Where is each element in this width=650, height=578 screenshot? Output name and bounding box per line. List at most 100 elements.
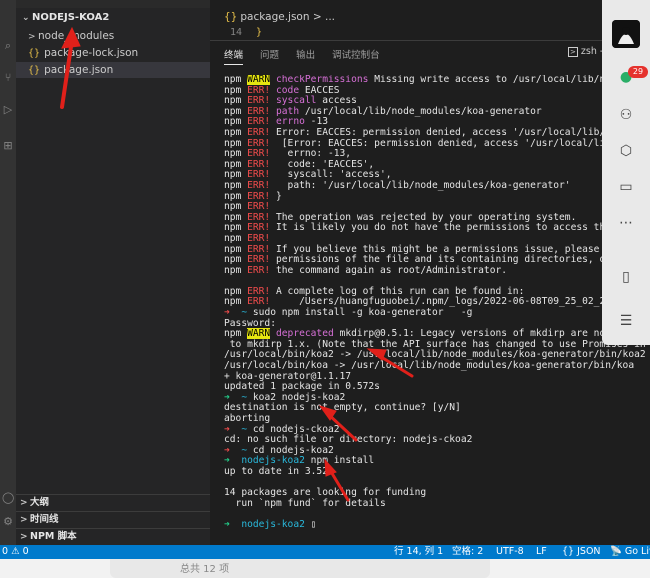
- sidebar-header-strip: [16, 0, 210, 8]
- timeline-section[interactable]: > 时间线: [16, 511, 210, 527]
- terminal-text: npm: [224, 264, 248, 276]
- problems-count[interactable]: 0 ⚠ 0: [2, 545, 29, 559]
- phone-icon[interactable]: ▯: [615, 268, 637, 286]
- terminal-text: /usr/local/bin/koa -> /usr/local/lib/nod…: [224, 360, 635, 372]
- terminal-text: errno: -13,: [270, 148, 352, 160]
- terminal-text: + koa-generator@1.1.17: [224, 370, 352, 382]
- account-icon[interactable]: ◯: [2, 492, 14, 504]
- terminal-text: deprecated: [276, 328, 334, 340]
- explorer-sidebar: ⌄ NODEJS-KOA2 > node_modules {} package-loc…: [16, 0, 210, 545]
- terminal-text: path: '/usr/local/lib/node_modules/koa-g…: [270, 179, 571, 191]
- run-debug-icon[interactable]: ▷: [2, 104, 14, 116]
- terminal-text: npm install: [304, 455, 375, 467]
- breadcrumb[interactable]: {} package.json > ...: [224, 11, 335, 23]
- tab-output[interactable]: 输出: [296, 50, 315, 61]
- terminal-text: ERR!: [247, 179, 271, 191]
- terminal-text: -13: [304, 116, 328, 128]
- menu-icon[interactable]: ☰: [615, 312, 637, 330]
- terminal-text: npm: [224, 148, 248, 160]
- terminal-text: WARN: [247, 328, 271, 340]
- terminal-line: npm ERR! }: [224, 190, 650, 203]
- terminal-text: npm: [224, 116, 248, 128]
- go-live-button[interactable]: 📡 Go Live: [610, 545, 650, 559]
- terminal-text: updated 1 package in 0.572s: [224, 381, 380, 393]
- status-bar: 0 ⚠ 0 行 14, 列 1 空格: 2 UTF-8 LF {} JSON 📡…: [0, 545, 650, 559]
- terminal-text: run `npm fund` for details: [224, 497, 386, 509]
- cursor-position[interactable]: 行 14, 列 1: [394, 545, 443, 559]
- line-ending[interactable]: LF: [536, 545, 547, 559]
- terminal-text: It is likely you do not have the permiss…: [270, 222, 623, 234]
- terminal-text: ERR!: [247, 201, 271, 213]
- explorer-item-package-lock[interactable]: {} package-lock.json: [28, 45, 138, 61]
- terminal-text: npm: [224, 75, 248, 85]
- code-line[interactable]: 14}: [230, 27, 262, 38]
- terminal-text: aborting: [224, 413, 271, 424]
- tab-problems[interactable]: 问题: [260, 50, 279, 61]
- terminal-text: npm: [224, 169, 248, 181]
- avatar[interactable]: [612, 20, 640, 48]
- language-mode[interactable]: {} JSON: [562, 545, 601, 559]
- chevron-right-icon: >: [28, 32, 36, 42]
- terminal-text: ERR!: [247, 296, 271, 308]
- encoding[interactable]: UTF-8: [496, 545, 524, 559]
- source-control-icon[interactable]: ⑂: [2, 72, 14, 84]
- contacts-icon[interactable]: ⚇: [615, 106, 637, 124]
- folder-icon[interactable]: ▭: [615, 178, 637, 196]
- extensions-icon[interactable]: ⊞: [2, 140, 14, 152]
- terminal-text: EACCES: [299, 84, 340, 96]
- terminal-text: cd: no such file or directory: nodejs-ck…: [224, 434, 473, 446]
- background-card: [110, 559, 490, 578]
- explorer-item-package-json[interactable]: {} package.json: [16, 62, 210, 78]
- terminal-text: ERR!: [247, 169, 271, 181]
- terminal-text: destination is not empty, continue? [y/N…: [224, 402, 461, 414]
- terminal-text: koa2 nodejs-koa2: [247, 391, 346, 403]
- terminal-line: run `npm fund` for details: [224, 497, 650, 510]
- terminal-text: syscall: 'access',: [270, 169, 392, 181]
- json-file-icon: {}: [28, 48, 41, 59]
- terminal-text: errno: [276, 116, 305, 128]
- tab-debug-console[interactable]: 调试控制台: [332, 50, 380, 61]
- terminal-line: ➜ nodejs-koa2 ▯: [224, 519, 650, 531]
- editor-area: {} package.json > ... 14}: [210, 0, 602, 38]
- terminal-text: ERR!: [247, 105, 271, 117]
- explorer-item-node-modules[interactable]: > node_modules: [28, 28, 114, 44]
- chevron-right-icon: >: [20, 532, 28, 542]
- terminal-text: npm: [224, 84, 248, 96]
- terminal-text: ERR!: [247, 84, 271, 96]
- terminal-text: ERR!: [247, 137, 271, 149]
- terminal-text: ERR!: [247, 285, 271, 297]
- terminal-output[interactable]: npm WARN checkPermissions Missing write …: [224, 75, 650, 545]
- terminal-text: ERR!: [247, 126, 271, 138]
- terminal-text: Missing write access to /usr/local/lib/n…: [368, 75, 629, 85]
- terminal-text: ERR!: [247, 116, 271, 128]
- terminal-text: permissions of the file and its containi…: [270, 254, 623, 266]
- terminal-text: checkPermissions: [276, 75, 369, 85]
- terminal-icon: >: [568, 47, 578, 57]
- terminal-text: to mkdirp 1.x. (Note that the API surfac…: [224, 338, 650, 350]
- json-file-icon: {}: [224, 11, 238, 23]
- outline-section[interactable]: > 大纲: [16, 494, 210, 510]
- npm-scripts-section[interactable]: > NPM 脚本: [16, 528, 210, 544]
- tab-terminal[interactable]: 终端: [224, 50, 244, 65]
- panel-tabs: 终端 问题 输出 调试控制台: [224, 47, 394, 65]
- more-icon[interactable]: ⋯: [615, 214, 637, 232]
- cube-icon[interactable]: ⬡: [615, 142, 637, 160]
- search-icon[interactable]: ⌕: [2, 40, 14, 52]
- settings-gear-icon[interactable]: ⚙: [2, 516, 14, 528]
- terminal-text: code: [276, 84, 300, 96]
- avatar-image: [612, 20, 640, 48]
- indentation[interactable]: 空格: 2: [452, 545, 483, 559]
- explorer-folder-title[interactable]: ⌄ NODEJS-KOA2: [22, 12, 109, 23]
- terminal-text: ERR!: [247, 190, 271, 202]
- terminal-text: code: 'EACCES',: [270, 158, 375, 170]
- terminal-text: Error: EACCES: permission denied, access…: [270, 126, 629, 138]
- terminal-text: If you believe this might be a permissio…: [270, 243, 629, 255]
- terminal-text: npm: [224, 137, 248, 149]
- terminal-text: cd nodejs-ckoa2: [247, 423, 340, 435]
- terminal-line: destination is not empty, continue? [y/N…: [224, 403, 650, 414]
- terminal-text: cd nodejs-koa2: [247, 444, 334, 456]
- chevron-down-icon: ⌄: [22, 13, 30, 23]
- terminal-shell-selector[interactable]: > zsh -: [568, 46, 603, 57]
- terminal-text: npm: [224, 158, 248, 170]
